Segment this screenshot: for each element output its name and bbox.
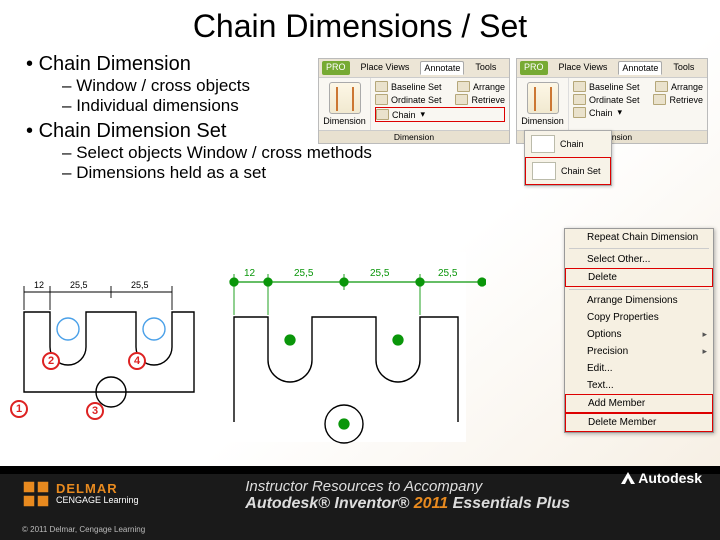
ribbon-panel-1: PRO Place Views Annotate Tools Dimension…	[318, 58, 510, 144]
chain-set-menu-item[interactable]: Chain Set	[525, 157, 611, 185]
footer-line2: Autodesk® Inventor® 2011 Essentials Plus	[245, 495, 570, 513]
retrieve-icon	[455, 94, 468, 105]
cad-diagram-2: 12 25,5 25,5 25,5	[226, 252, 466, 442]
slide-title: Chain Dimensions / Set	[0, 0, 720, 49]
menu-repeat-chain[interactable]: Repeat Chain Dimension	[565, 229, 713, 246]
dimension-button[interactable]: Dimension	[319, 78, 371, 130]
balloon-1: 1	[10, 400, 28, 418]
menu-text[interactable]: Text...	[565, 377, 713, 394]
dim-text: 25,5	[438, 268, 458, 279]
ribbon-tab-annotate[interactable]: Annotate	[618, 61, 662, 75]
balloon-3: 3	[86, 402, 104, 420]
chain-icon	[376, 109, 389, 120]
footer-line1: Instructor Resources to Accompany	[245, 478, 570, 495]
ribbon-tab[interactable]: Tools	[670, 61, 697, 75]
ribbon-tab-annotate[interactable]: Annotate	[420, 61, 464, 75]
arrange-icon	[457, 81, 470, 92]
chain-dropdown: Chain Chain Set	[524, 130, 612, 186]
chain-set-icon	[532, 162, 556, 180]
baseline-set-button[interactable]: Baseline Set	[391, 82, 442, 92]
dim-text: 12	[34, 280, 44, 290]
dropdown-arrow-icon[interactable]: ▾	[618, 107, 623, 118]
cad-diagram-1: 12 25,5 25,5 1 2 3 4	[14, 252, 204, 422]
ordinate-set-button[interactable]: Ordinate Set	[391, 95, 442, 105]
retrieve-icon	[653, 94, 666, 105]
menu-copy-properties[interactable]: Copy Properties	[565, 309, 713, 326]
menu-delete-member[interactable]: Delete Member	[565, 413, 713, 432]
file-tab[interactable]: PRO	[322, 61, 350, 75]
menu-options[interactable]: Options	[565, 326, 713, 343]
arrange-icon	[655, 81, 668, 92]
dim-text: 12	[244, 268, 256, 279]
menu-add-member[interactable]: Add Member	[565, 394, 713, 413]
context-menu: Repeat Chain Dimension Select Other... D…	[564, 228, 714, 433]
chain-icon	[531, 135, 555, 153]
slide: Chain Dimensions / Set Chain Dimension W…	[0, 0, 720, 540]
dim-text: 25,5	[370, 268, 390, 279]
baseline-set-button[interactable]: Baseline Set	[589, 82, 640, 92]
slide-footer: DELMAR CENGAGE Learning © 2011 Delmar, C…	[0, 466, 720, 540]
ordinate-set-icon	[573, 94, 586, 105]
dimension-icon	[527, 82, 559, 114]
chain-button[interactable]: Chain	[392, 110, 416, 120]
menu-edit[interactable]: Edit...	[565, 360, 713, 377]
panel-footer: Dimension	[319, 130, 509, 143]
file-tab[interactable]: PRO	[520, 61, 548, 75]
autodesk-icon	[620, 470, 636, 486]
cengage-brand: CENGAGE Learning	[56, 496, 139, 506]
ribbon-tab[interactable]: Place Views	[358, 61, 413, 75]
dim-text: 25,5	[70, 280, 88, 290]
dimension-button[interactable]: Dimension	[517, 78, 569, 130]
dropdown-arrow-icon[interactable]: ▾	[421, 109, 426, 120]
chain-button[interactable]: Chain	[589, 108, 613, 118]
chain-icon	[573, 107, 586, 118]
retrieve-button[interactable]: Retrieve	[669, 95, 703, 105]
arrange-button[interactable]: Arrange	[671, 82, 703, 92]
baseline-set-icon	[375, 81, 388, 92]
menu-separator	[569, 248, 709, 249]
autodesk-logo: Autodesk	[620, 470, 702, 486]
ribbon-tab[interactable]: Tools	[472, 61, 499, 75]
ribbon-tab[interactable]: Place Views	[556, 61, 611, 75]
dim-text: 25,5	[131, 280, 149, 290]
ordinate-set-button[interactable]: Ordinate Set	[589, 95, 640, 105]
retrieve-button[interactable]: Retrieve	[471, 95, 505, 105]
footer-title-block: Instructor Resources to Accompany Autode…	[245, 478, 570, 513]
dimension-icon	[329, 82, 361, 114]
delmar-logo-icon	[22, 480, 50, 508]
dim-text: 25,5	[294, 268, 314, 279]
balloon-2: 2	[42, 352, 60, 370]
copyright: © 2011 Delmar, Cengage Learning	[22, 525, 145, 534]
delmar-logo-block: DELMAR CENGAGE Learning	[22, 480, 139, 508]
menu-select-other[interactable]: Select Other...	[565, 251, 713, 268]
diagram-row: 12 25,5 25,5 1 2 3 4 12	[14, 252, 466, 442]
baseline-set-icon	[573, 81, 586, 92]
menu-precision[interactable]: Precision	[565, 343, 713, 360]
menu-delete[interactable]: Delete	[565, 268, 713, 287]
menu-arrange-dimensions[interactable]: Arrange Dimensions	[565, 292, 713, 309]
delmar-brand: DELMAR	[56, 482, 139, 496]
menu-separator	[569, 289, 709, 290]
chain-menu-item[interactable]: Chain	[525, 131, 611, 157]
ordinate-set-icon	[375, 94, 388, 105]
balloon-4: 4	[128, 352, 146, 370]
arrange-button[interactable]: Arrange	[473, 82, 505, 92]
ribbon-screenshots: PRO Place Views Annotate Tools Dimension…	[318, 58, 708, 144]
